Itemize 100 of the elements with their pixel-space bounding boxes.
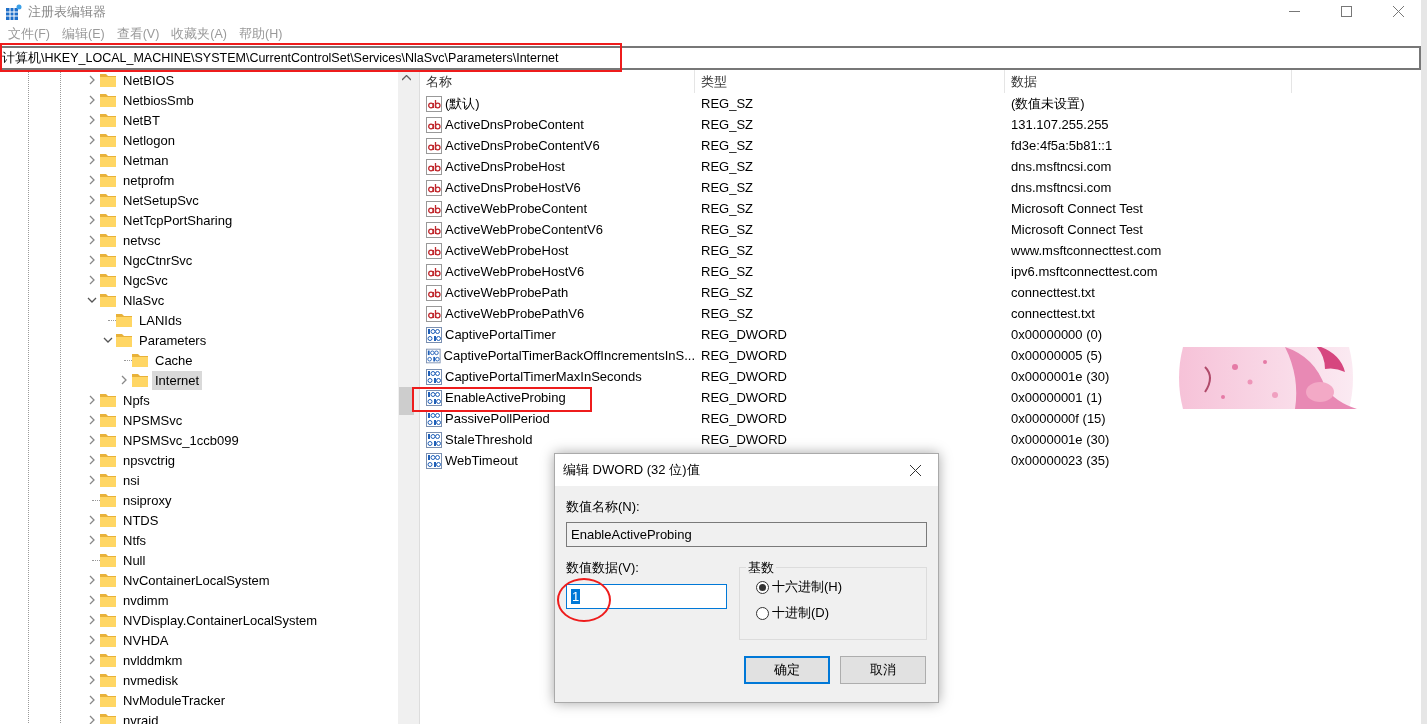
- table-cell: 0x0000001e (30): [1011, 432, 1110, 447]
- tree-item[interactable]: NetBIOS: [120, 70, 178, 90]
- string-value-icon: [426, 137, 442, 154]
- column-header[interactable]: 名称: [420, 70, 695, 93]
- tree-item[interactable]: Netman: [120, 150, 172, 170]
- table-cell: ActiveDnsProbeHostV6: [445, 180, 581, 195]
- binary-value-icon: [426, 326, 442, 343]
- table-cell: REG_DWORD: [701, 411, 787, 426]
- tree-item[interactable]: Internet: [152, 370, 203, 390]
- tree-item[interactable]: netprofm: [120, 170, 178, 190]
- table-cell: REG_SZ: [701, 222, 753, 237]
- scrollbar[interactable]: [398, 70, 415, 724]
- ok-button[interactable]: 确定: [744, 656, 830, 684]
- table-cell: dns.msftncsi.com: [1011, 180, 1112, 195]
- tree-item[interactable]: Netlogon: [120, 130, 179, 150]
- minimize-icon: [1288, 10, 1300, 13]
- tree-item[interactable]: Cache: [152, 350, 196, 370]
- close-icon: [1392, 6, 1404, 17]
- string-value-icon: [426, 221, 442, 238]
- folder-icon: [100, 153, 116, 167]
- folder-icon: [100, 113, 116, 127]
- tree-item[interactable]: NvContainerLocalSystem: [120, 570, 273, 590]
- table-cell: ActiveWebProbeHost: [445, 243, 569, 258]
- tree-item[interactable]: Ntfs: [120, 530, 150, 550]
- table-cell: 0x0000001e (30): [1011, 369, 1110, 384]
- folder-icon: [100, 253, 116, 267]
- tree-item[interactable]: netvsc: [120, 230, 164, 250]
- table-cell: REG_SZ: [701, 159, 753, 174]
- tree-item[interactable]: Npfs: [120, 390, 153, 410]
- table-cell: WebTimeout: [445, 453, 518, 468]
- folder-icon: [100, 673, 116, 687]
- folder-icon: [100, 133, 116, 147]
- tree-item[interactable]: nsi: [120, 470, 143, 490]
- table-cell: CaptivePortalTimer: [445, 327, 556, 342]
- tree-item[interactable]: nsiproxy: [120, 490, 175, 510]
- table-cell: ActiveDnsProbeContent: [445, 117, 584, 132]
- tree-item[interactable]: NvModuleTracker: [120, 690, 229, 710]
- collapse-icon[interactable]: [103, 335, 113, 345]
- table-cell: REG_SZ: [701, 180, 753, 195]
- string-value-icon: [426, 116, 442, 133]
- tree-item[interactable]: NPSMSvc_1ccb099: [120, 430, 242, 450]
- app-icon: [6, 3, 22, 20]
- table-cell: www.msftconnecttest.com: [1011, 243, 1162, 258]
- value-data-field[interactable]: 1: [566, 584, 727, 609]
- table-cell: CaptivePortalTimerMaxInSeconds: [445, 369, 642, 384]
- folder-icon: [100, 393, 116, 407]
- folder-icon: [100, 653, 116, 667]
- table-cell: ActiveDnsProbeContentV6: [445, 138, 600, 153]
- tree-item[interactable]: npsvctrig: [120, 450, 179, 470]
- table-cell: ActiveWebProbePath: [445, 285, 569, 300]
- table-cell: REG_SZ: [701, 285, 753, 300]
- table-cell: fd3e:4f5a:5b81::1: [1011, 138, 1113, 153]
- tree-item[interactable]: NgcSvc: [120, 270, 171, 290]
- tree-item[interactable]: NetBT: [120, 110, 163, 130]
- folder-icon: [100, 273, 116, 287]
- window-title: 注册表编辑器: [28, 2, 107, 21]
- folder-icon: [132, 353, 148, 367]
- table-cell: ipv6.msftconnecttest.com: [1011, 264, 1158, 279]
- tree-item[interactable]: NlaSvc: [120, 290, 168, 310]
- annotation-circle: [557, 578, 611, 622]
- tree-item[interactable]: Parameters: [136, 330, 210, 350]
- column-header[interactable]: 数据: [1005, 70, 1292, 93]
- tree-item[interactable]: nvdimm: [120, 590, 172, 610]
- group-label: 基数: [746, 559, 776, 577]
- table-cell: REG_SZ: [701, 96, 753, 111]
- expand-icon[interactable]: [119, 375, 129, 385]
- folder-icon: [100, 553, 116, 567]
- table-cell: 0x00000023 (35): [1011, 453, 1110, 468]
- tree-item[interactable]: NetSetupSvc: [120, 190, 202, 210]
- table-cell: REG_DWORD: [701, 327, 787, 342]
- field-label: 数值数据(V):: [566, 559, 640, 577]
- folder-icon: [100, 73, 116, 87]
- tree-item[interactable]: nvraid: [120, 710, 162, 724]
- binary-value-icon: [426, 347, 441, 364]
- tree-item[interactable]: NTDS: [120, 510, 162, 530]
- scroll-up-icon[interactable]: [402, 75, 411, 81]
- tree-item[interactable]: NVDisplay.ContainerLocalSystem: [120, 610, 321, 630]
- tree-item[interactable]: NgcCtnrSvc: [120, 250, 196, 270]
- tree-item[interactable]: NVHDA: [120, 630, 172, 650]
- folder-icon: [116, 333, 132, 347]
- table-cell: REG_DWORD: [701, 432, 787, 447]
- string-value-icon: [426, 200, 442, 217]
- value-name-field[interactable]: EnableActiveProbing: [566, 522, 927, 547]
- cancel-button[interactable]: 取消: [840, 656, 926, 684]
- table-cell: CaptivePortalTimerBackOffIncrementsInS...: [443, 348, 695, 363]
- table-cell: 0x00000000 (0): [1011, 327, 1103, 342]
- radio-option[interactable]: 十六进制(H): [756, 578, 926, 596]
- string-value-icon: [426, 305, 442, 322]
- folder-icon: [100, 213, 116, 227]
- collapse-icon[interactable]: [87, 295, 97, 305]
- column-header[interactable]: 类型: [695, 70, 1005, 93]
- tree-item[interactable]: NetbiosSmb: [120, 90, 197, 110]
- address-bar[interactable]: 计算机\HKEY_LOCAL_MACHINE\SYSTEM\CurrentControlSet\Services\NlaSvc\Parameters\Internet: [0, 46, 1421, 70]
- tree-item[interactable]: Null: [120, 550, 149, 570]
- tree-item[interactable]: NetTcpPortSharing: [120, 210, 236, 230]
- tree-item[interactable]: nvlddmkm: [120, 650, 186, 670]
- tree-item[interactable]: NPSMSvc: [120, 410, 186, 430]
- radio-option[interactable]: 十进制(D): [756, 604, 926, 622]
- tree-item[interactable]: LANIds: [136, 310, 185, 330]
- tree-item[interactable]: nvmedisk: [120, 670, 181, 690]
